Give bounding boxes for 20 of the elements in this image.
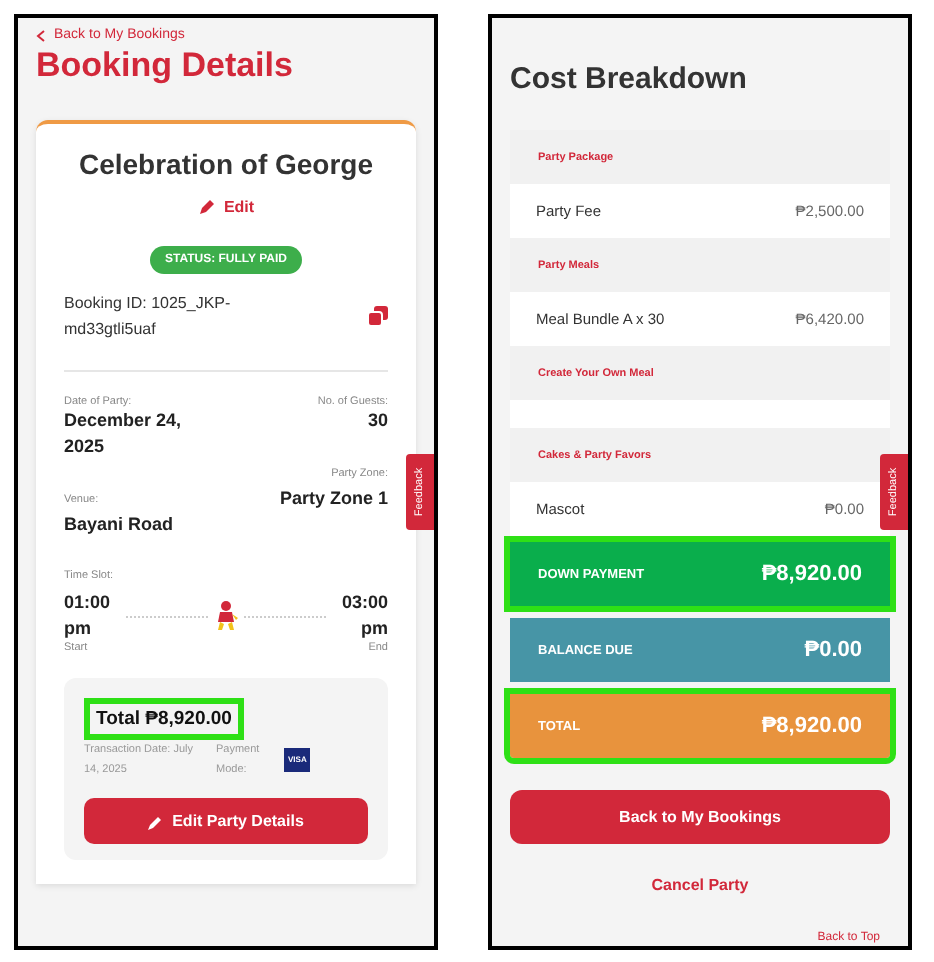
party-name: Celebration of George — [76, 148, 376, 180]
copy-icon[interactable] — [368, 306, 388, 326]
edit-party-button[interactable]: Edit Party Details — [84, 798, 368, 844]
party-date: December 24, 2025 — [64, 408, 184, 460]
guest-count: 30 — [367, 408, 388, 434]
cancel-link[interactable]: Cancel Party — [510, 876, 890, 894]
chevron-left-icon — [36, 29, 46, 41]
edit-link[interactable]: Edit — [64, 198, 388, 216]
party-zone: Party Zone 1 — [279, 486, 388, 512]
section-title: Cost Breakdown — [510, 62, 749, 96]
start-time: 01:00 pm — [64, 590, 113, 642]
venue-name: Bayani Road — [64, 512, 176, 538]
total-amount: Total ₱8,920.00 — [84, 698, 244, 740]
end-time: 03:00 pm — [339, 590, 388, 642]
booking-id: Booking ID: 1025_JKP-md33gtli5uaf — [64, 292, 233, 342]
pencil-icon — [148, 813, 165, 829]
back-button[interactable]: Back to My Bookings — [510, 790, 890, 844]
page-title: Booking Details — [36, 46, 295, 86]
pencil-icon — [197, 198, 216, 216]
mascot-icon — [214, 600, 238, 632]
